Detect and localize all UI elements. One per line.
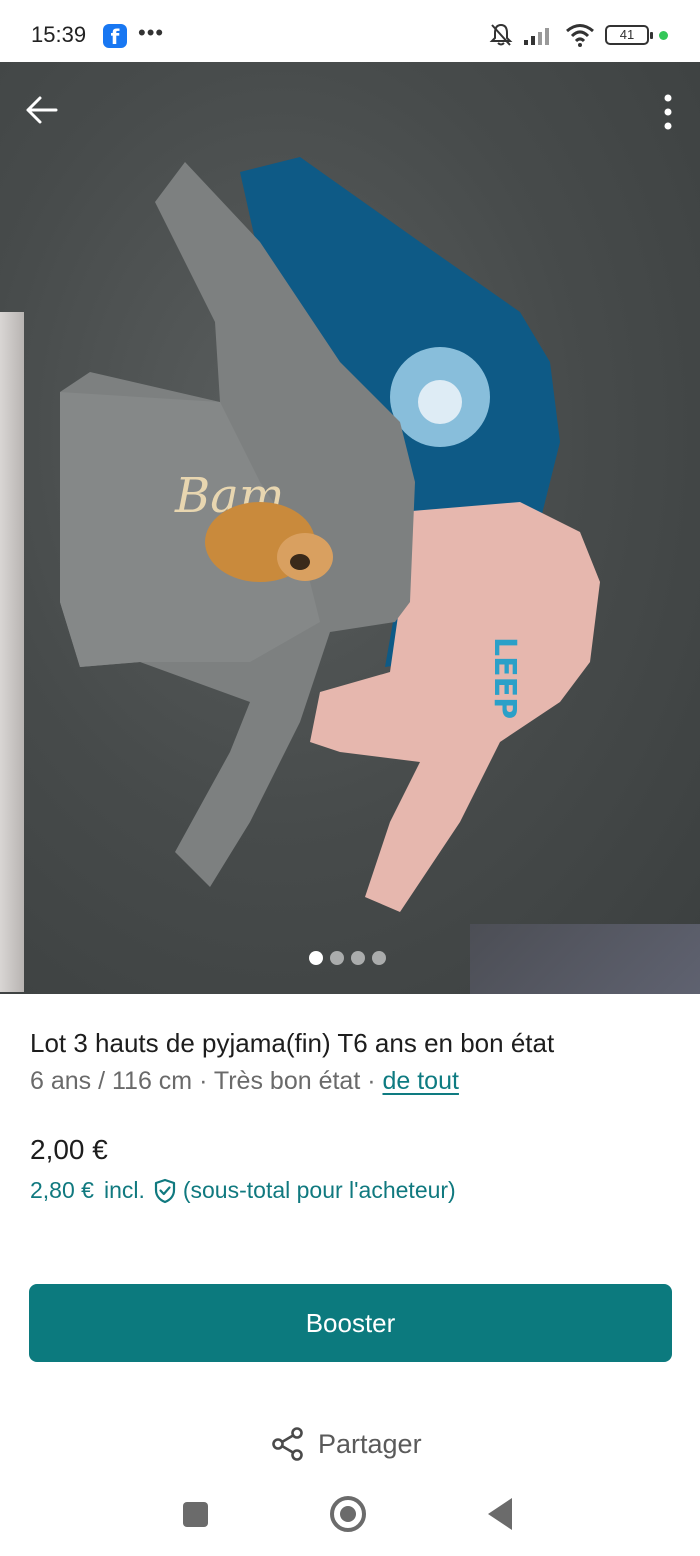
system-back-icon[interactable] bbox=[488, 1498, 512, 1530]
silent-bell-icon bbox=[489, 23, 513, 46]
pajama-tops-illustration: LEEP Bam bbox=[60, 157, 600, 912]
battery-icon: 41 bbox=[605, 25, 653, 45]
carousel-dot[interactable] bbox=[309, 951, 323, 965]
carousel-indicator bbox=[309, 951, 386, 965]
listing-photo[interactable]: LEEP Bam bbox=[0, 62, 700, 994]
privacy-indicator-dot bbox=[659, 30, 668, 40]
status-icons: 41 bbox=[489, 22, 668, 48]
back-arrow-icon[interactable] bbox=[24, 92, 60, 128]
meta-separator: · bbox=[192, 1067, 214, 1095]
share-label: Partager bbox=[318, 1428, 422, 1459]
share-button[interactable]: Partager bbox=[270, 1426, 422, 1462]
buyer-total-note: (sous-total pour l'acheteur) bbox=[182, 1177, 456, 1203]
shield-check-icon bbox=[154, 1178, 175, 1203]
item-brand-link[interactable]: de tout bbox=[382, 1067, 458, 1095]
status-time: 15:39 bbox=[31, 22, 87, 47]
item-price: 2,00 € bbox=[30, 1134, 108, 1165]
carousel-dot[interactable] bbox=[330, 951, 344, 965]
buyer-total-incl: incl. bbox=[103, 1177, 145, 1203]
system-navigation-bar bbox=[0, 1484, 700, 1556]
status-bar: 15:39 f ••• 41 bbox=[0, 0, 700, 62]
more-options-icon[interactable] bbox=[662, 92, 674, 132]
item-title: Lot 3 hauts de pyjama(fin) T6 ans en bon… bbox=[30, 1028, 555, 1058]
item-size: 6 ans / 116 cm bbox=[30, 1067, 193, 1095]
home-icon[interactable] bbox=[330, 1496, 366, 1532]
wifi-icon bbox=[566, 24, 594, 47]
carousel-dot[interactable] bbox=[351, 951, 365, 965]
facebook-icon: f bbox=[103, 24, 127, 49]
svg-text:LEEP: LEEP bbox=[487, 637, 522, 719]
booster-button[interactable]: Booster bbox=[29, 1284, 672, 1362]
signal-icon bbox=[524, 28, 549, 45]
carousel-dot[interactable] bbox=[372, 951, 386, 965]
item-condition: Très bon état bbox=[213, 1067, 361, 1095]
share-icon bbox=[272, 1427, 303, 1461]
meta-separator: · bbox=[360, 1067, 383, 1095]
more-notifications-icon: ••• bbox=[138, 20, 165, 45]
buyer-total[interactable]: 2,80 € incl. (sous-total pour l'acheteur… bbox=[30, 1177, 456, 1204]
buyer-total-amount: 2,80 € bbox=[30, 1177, 94, 1203]
recent-apps-icon[interactable] bbox=[183, 1502, 208, 1527]
item-meta: 6 ans / 116 cm · Très bon état · de tout bbox=[30, 1067, 459, 1096]
